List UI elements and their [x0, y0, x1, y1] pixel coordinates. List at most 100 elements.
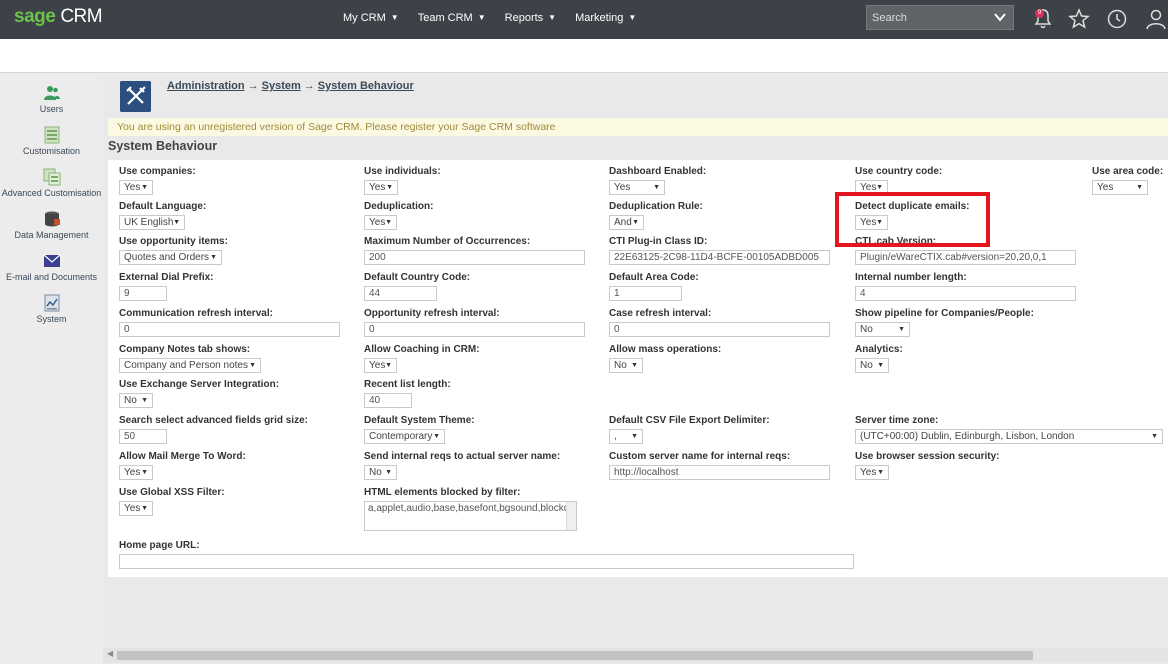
use-opportunity-items-select[interactable]: Quotes and Orders ▼: [119, 250, 222, 265]
advanced-customisation-icon: [43, 168, 60, 186]
internal-number-length-input[interactable]: 4: [855, 286, 1076, 301]
dropdown-arrow-icon: ▼: [385, 469, 392, 476]
field-recent-list-length: Recent list length: 40: [364, 379, 451, 408]
breadcrumb-system[interactable]: System: [262, 80, 301, 92]
sidebar-item-system[interactable]: System: [0, 294, 103, 324]
field-case-refresh: Case refresh interval: 0: [609, 308, 830, 337]
deduplication-select[interactable]: Yes ▼: [364, 215, 397, 230]
deduplication-rule-select[interactable]: And ▼: [609, 215, 644, 230]
nav-team-crm[interactable]: Team CRM ▼: [418, 12, 486, 24]
select-value: No: [369, 467, 382, 478]
use-area-code-select[interactable]: Yes ▼: [1092, 180, 1148, 195]
csv-delimiter-select[interactable]: , ▼: [609, 429, 643, 444]
show-pipeline-select[interactable]: No ▼: [855, 322, 910, 337]
send-internal-reqs-select[interactable]: No ▼: [364, 465, 397, 480]
sidebar-item-email-documents[interactable]: E-mail and Documents: [0, 252, 103, 282]
default-theme-select[interactable]: Contemporary ▼: [364, 429, 445, 444]
opp-refresh-input[interactable]: 0: [364, 322, 585, 337]
sidebar-item-customisation[interactable]: Customisation: [0, 126, 103, 156]
dropdown-arrow-icon: ▼: [631, 433, 638, 440]
search-grid-size-input[interactable]: 50: [119, 429, 167, 444]
horizontal-scrollbar[interactable]: ◀: [103, 648, 1168, 662]
server-time-zone-select[interactable]: (UTC+00:00) Dublin, Edinburgh, Lisbon, L…: [855, 429, 1163, 444]
external-dial-prefix-input[interactable]: 9: [119, 286, 167, 301]
use-companies-select[interactable]: Yes ▼: [119, 180, 153, 195]
field-label: Opportunity refresh interval:: [364, 308, 500, 319]
main-nav: My CRM ▼ Team CRM ▼ Reports ▼ Marketing ▼: [343, 12, 655, 24]
field-label: Recent list length:: [364, 379, 451, 390]
chevron-down-icon[interactable]: [993, 10, 1007, 24]
tools-icon: [120, 81, 151, 112]
email-icon: [43, 254, 60, 267]
user-icon[interactable]: [1144, 7, 1168, 31]
analytics-select[interactable]: No ▼: [855, 358, 889, 373]
sidebar-item-advanced-customisation[interactable]: Advanced Customisation: [0, 168, 103, 198]
default-area-code-input[interactable]: 1: [609, 286, 682, 301]
select-value: Yes: [369, 182, 386, 193]
select-value: Yes: [369, 217, 386, 228]
nav-marketing[interactable]: Marketing ▼: [575, 12, 636, 24]
field-deduplication: Deduplication: Yes ▼: [364, 201, 433, 233]
dropdown-arrow-icon: ▼: [141, 469, 148, 476]
use-individuals-select[interactable]: Yes ▼: [364, 180, 398, 195]
logo-crm: CRM: [60, 6, 103, 27]
breadcrumb-administration[interactable]: Administration: [167, 80, 245, 92]
sidebar-item-users[interactable]: Users: [0, 84, 103, 114]
home-page-url-input[interactable]: [119, 554, 854, 569]
default-language-select[interactable]: UK English ▼: [119, 215, 185, 230]
field-label: Case refresh interval:: [609, 308, 712, 319]
browser-session-security-select[interactable]: Yes ▼: [855, 465, 889, 480]
max-occurrences-input[interactable]: 200: [364, 250, 585, 265]
field-label: Show pipeline for Companies/People:: [855, 308, 1034, 319]
case-refresh-input[interactable]: 0: [609, 322, 830, 337]
html-blocked-textarea[interactable]: a,applet,audio,base,basefont,bgsound,blo…: [364, 501, 577, 531]
field-internal-number-length: Internal number length: 4: [855, 272, 1076, 301]
select-value: Yes: [369, 360, 386, 371]
star-icon[interactable]: [1067, 7, 1091, 31]
allow-mass-operations-select[interactable]: No ▼: [609, 358, 643, 373]
cti-plugin-class-id-input[interactable]: 22E63125-2C98-11D4-BCFE-00105ADBD005: [609, 250, 830, 265]
scrollbar-thumb[interactable]: [117, 651, 1033, 660]
dropdown-arrow-icon: ▼: [141, 184, 148, 191]
global-xss-select[interactable]: Yes ▼: [119, 501, 153, 516]
dropdown-arrow-icon: ▼: [898, 326, 905, 333]
select-value: No: [860, 324, 873, 335]
use-exchange-select[interactable]: No ▼: [119, 393, 153, 408]
sidebar-item-data-management[interactable]: Data Management: [0, 210, 103, 240]
custom-server-name-input[interactable]: http://localhost: [609, 465, 830, 480]
breadcrumb-separator: →: [247, 80, 259, 92]
field-label: Default Language:: [119, 201, 207, 212]
field-label: Internal number length:: [855, 272, 967, 283]
search-input[interactable]: Search: [866, 5, 1014, 30]
field-external-dial-prefix: External Dial Prefix: 9: [119, 272, 213, 301]
recent-list-length-input[interactable]: 40: [364, 393, 412, 408]
textarea-scrollbar[interactable]: [566, 502, 576, 530]
nav-my-crm[interactable]: My CRM ▼: [343, 12, 399, 24]
dropdown-arrow-icon: ▼: [1151, 433, 1158, 440]
allow-coaching-select[interactable]: Yes ▼: [364, 358, 397, 373]
default-country-code-input[interactable]: 44: [364, 286, 437, 301]
dropdown-arrow-icon: ▼: [631, 362, 638, 369]
nav-reports[interactable]: Reports ▼: [505, 12, 556, 24]
field-analytics: Analytics: No ▼: [855, 344, 903, 376]
comm-refresh-input[interactable]: 0: [119, 322, 340, 337]
breadcrumb-system-behaviour[interactable]: System Behaviour: [318, 80, 414, 92]
dashboard-enabled-select[interactable]: Yes ▼: [609, 180, 665, 195]
sub-header-bar: [0, 39, 1168, 73]
select-value: (UTC+00:00) Dublin, Edinburgh, Lisbon, L…: [860, 431, 1075, 442]
field-label: Use browser session security:: [855, 451, 1000, 462]
allow-mail-merge-select[interactable]: Yes ▼: [119, 465, 153, 480]
clock-icon[interactable]: [1105, 7, 1129, 31]
field-use-individuals: Use individuals: Yes ▼: [364, 166, 441, 198]
sage-crm-logo[interactable]: sage CRM: [14, 6, 103, 28]
field-allow-mass-operations: Allow mass operations: No ▼: [609, 344, 721, 376]
cti-cab-version-input[interactable]: Plugin/eWareCTIX.cab#version=20,20,0,1: [855, 250, 1076, 265]
scroll-left-arrow-icon[interactable]: ◀: [107, 649, 113, 658]
select-value: Company and Person notes: [124, 360, 248, 371]
field-label: Deduplication Rule:: [609, 201, 703, 212]
dropdown-arrow-icon: ▼: [877, 469, 884, 476]
system-icon: [44, 294, 59, 312]
company-notes-tab-select[interactable]: Company and Person notes ▼: [119, 358, 261, 373]
field-label: Send internal reqs to actual server name…: [364, 451, 561, 462]
field-use-area-code: Use area code: Yes ▼: [1092, 166, 1163, 198]
